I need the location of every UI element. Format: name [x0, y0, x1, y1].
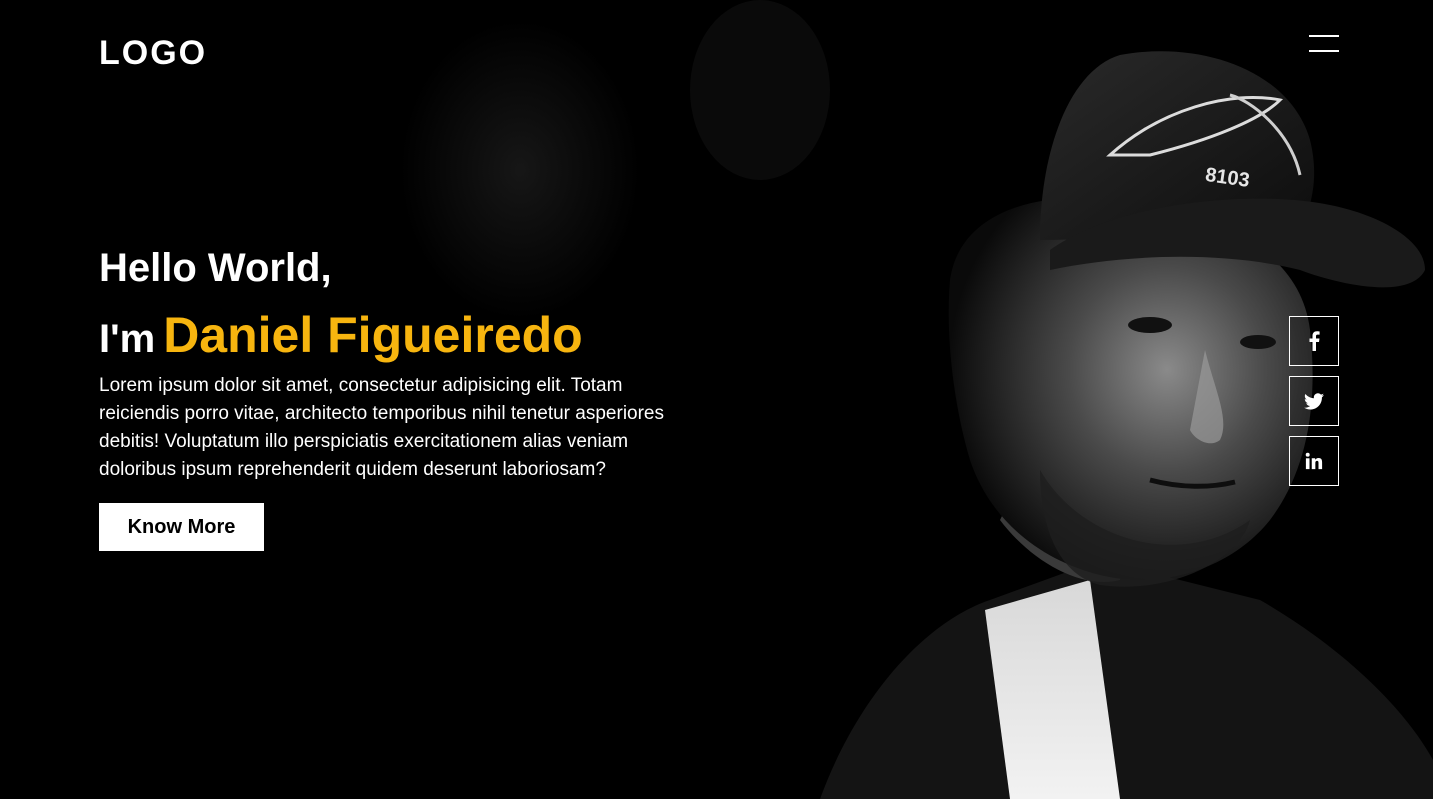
hamburger-menu-icon[interactable] [1309, 35, 1339, 53]
hero-section: 8103 LOGO Hello World, I'm Daniel Figueir… [0, 0, 1433, 799]
twitter-icon [1304, 392, 1324, 409]
know-more-button[interactable]: Know More [99, 503, 264, 551]
twitter-link[interactable] [1289, 376, 1339, 426]
social-links [1289, 316, 1339, 496]
intro-heading: I'm Daniel Figueiredo [99, 306, 583, 364]
menu-line [1309, 50, 1339, 52]
greeting-heading: Hello World, [99, 246, 332, 290]
logo[interactable]: LOGO [99, 34, 207, 73]
linkedin-link[interactable] [1289, 436, 1339, 486]
facebook-link[interactable] [1289, 316, 1339, 366]
person-name: Daniel Figueiredo [163, 307, 583, 363]
hero-description: Lorem ipsum dolor sit amet, consectetur … [99, 375, 664, 480]
menu-line [1309, 35, 1339, 37]
facebook-icon [1309, 331, 1320, 351]
intro-prefix: I'm [99, 317, 156, 361]
linkedin-icon [1305, 452, 1323, 470]
